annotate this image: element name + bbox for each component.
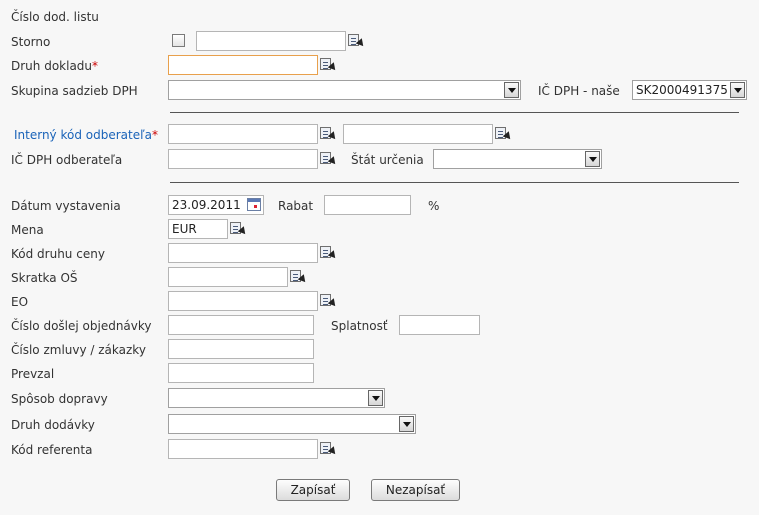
label-skratka-os: Skratka OŠ (11, 271, 78, 285)
sposob-dopravy-select[interactable] (168, 388, 385, 408)
cislo-zmluvy-input[interactable] (168, 339, 314, 359)
druh-dodavky-select[interactable] (168, 414, 416, 434)
dropdown-arrow-icon[interactable] (368, 390, 383, 406)
label-rabat: Rabat (278, 199, 314, 213)
label-stat-urcenia: Štát určenia (351, 153, 424, 167)
ic-dph-odberatela-picker-icon[interactable] (319, 151, 339, 167)
label-ic-dph-nase: IČ DPH - naše (538, 84, 620, 98)
section-divider (170, 112, 739, 113)
label-cislo-zmluvy: Číslo zmluvy / zákazky (11, 343, 146, 357)
interny-kod-name-input[interactable] (343, 124, 493, 144)
skratka-os-input[interactable] (168, 267, 288, 287)
storno-checkbox[interactable] (172, 34, 185, 47)
label-storno: Storno (11, 35, 51, 49)
eo-picker-icon[interactable] (319, 293, 339, 309)
label-kod-druhu-ceny: Kód druhu ceny (11, 247, 105, 261)
stat-urcenia-select[interactable] (433, 149, 602, 169)
rabat-input[interactable] (324, 195, 411, 215)
druh-dokladu-picker-icon[interactable] (319, 57, 339, 73)
label-prevzal: Prevzal (11, 367, 55, 381)
label-sposob-dopravy: Spôsob dopravy (11, 392, 108, 406)
skratka-os-picker-icon[interactable] (289, 269, 309, 285)
interny-kod-picker-icon[interactable] (319, 126, 339, 142)
mena-input[interactable]: EUR (168, 219, 228, 239)
save-button[interactable]: Zapísať (276, 479, 350, 501)
kod-druhu-ceny-input[interactable] (168, 243, 318, 263)
splatnost-input[interactable] (399, 315, 480, 335)
label-druh-dokladu: Druh dokladu* (11, 59, 99, 73)
storno-picker-icon[interactable] (347, 33, 367, 49)
dropdown-arrow-icon[interactable] (399, 416, 414, 432)
label-cislo-objednavky: Číslo došlej objednávky (11, 319, 152, 333)
kod-druhu-ceny-picker-icon[interactable] (319, 245, 339, 261)
kod-referenta-picker-icon[interactable] (319, 441, 339, 457)
cislo-objednavky-input[interactable] (168, 315, 314, 335)
interny-kod-name-picker-icon[interactable] (494, 126, 514, 142)
storno-input[interactable] (196, 31, 346, 51)
label-druh-dodavky: Druh dodávky (11, 418, 95, 432)
label-kod-referenta: Kód referenta (11, 443, 93, 457)
label-interny-kod: Interný kód odberateľa* (14, 128, 158, 142)
label-ic-dph-odberatela: IČ DPH odberateľa (11, 153, 123, 167)
eo-input[interactable] (168, 291, 318, 311)
required-mark: * (92, 59, 99, 73)
label-mena: Mena (11, 223, 44, 237)
cancel-button[interactable]: Nezapísať (371, 479, 460, 501)
prevzal-input[interactable] (168, 363, 314, 383)
skupina-sadzieb-select[interactable] (168, 80, 521, 100)
label-datum-vystavenia: Dátum vystavenia (11, 199, 121, 213)
label-cislo-dod-listu: Číslo dod. listu (11, 10, 99, 24)
kod-referenta-input[interactable] (168, 439, 318, 459)
ic-dph-odberatela-input[interactable] (168, 149, 318, 169)
calendar-icon[interactable] (247, 198, 261, 211)
ic-dph-nase-select[interactable]: SK2000491375 (632, 80, 747, 100)
section-divider (170, 182, 739, 183)
label-skupina-sadzieb: Skupina sadzieb DPH (11, 84, 138, 98)
dropdown-arrow-icon[interactable] (504, 82, 519, 98)
mena-picker-icon[interactable] (229, 221, 249, 237)
label-percent: % (428, 199, 440, 213)
label-splatnost: Splatnosť (331, 319, 388, 333)
interny-kod-input[interactable] (168, 124, 318, 144)
druh-dokladu-input[interactable] (168, 55, 318, 75)
dropdown-arrow-icon[interactable] (730, 82, 745, 98)
label-eo: EO (11, 295, 29, 309)
dropdown-arrow-icon[interactable] (585, 151, 600, 167)
required-mark: * (151, 128, 158, 142)
ic-dph-nase-value: SK2000491375 (636, 83, 728, 97)
